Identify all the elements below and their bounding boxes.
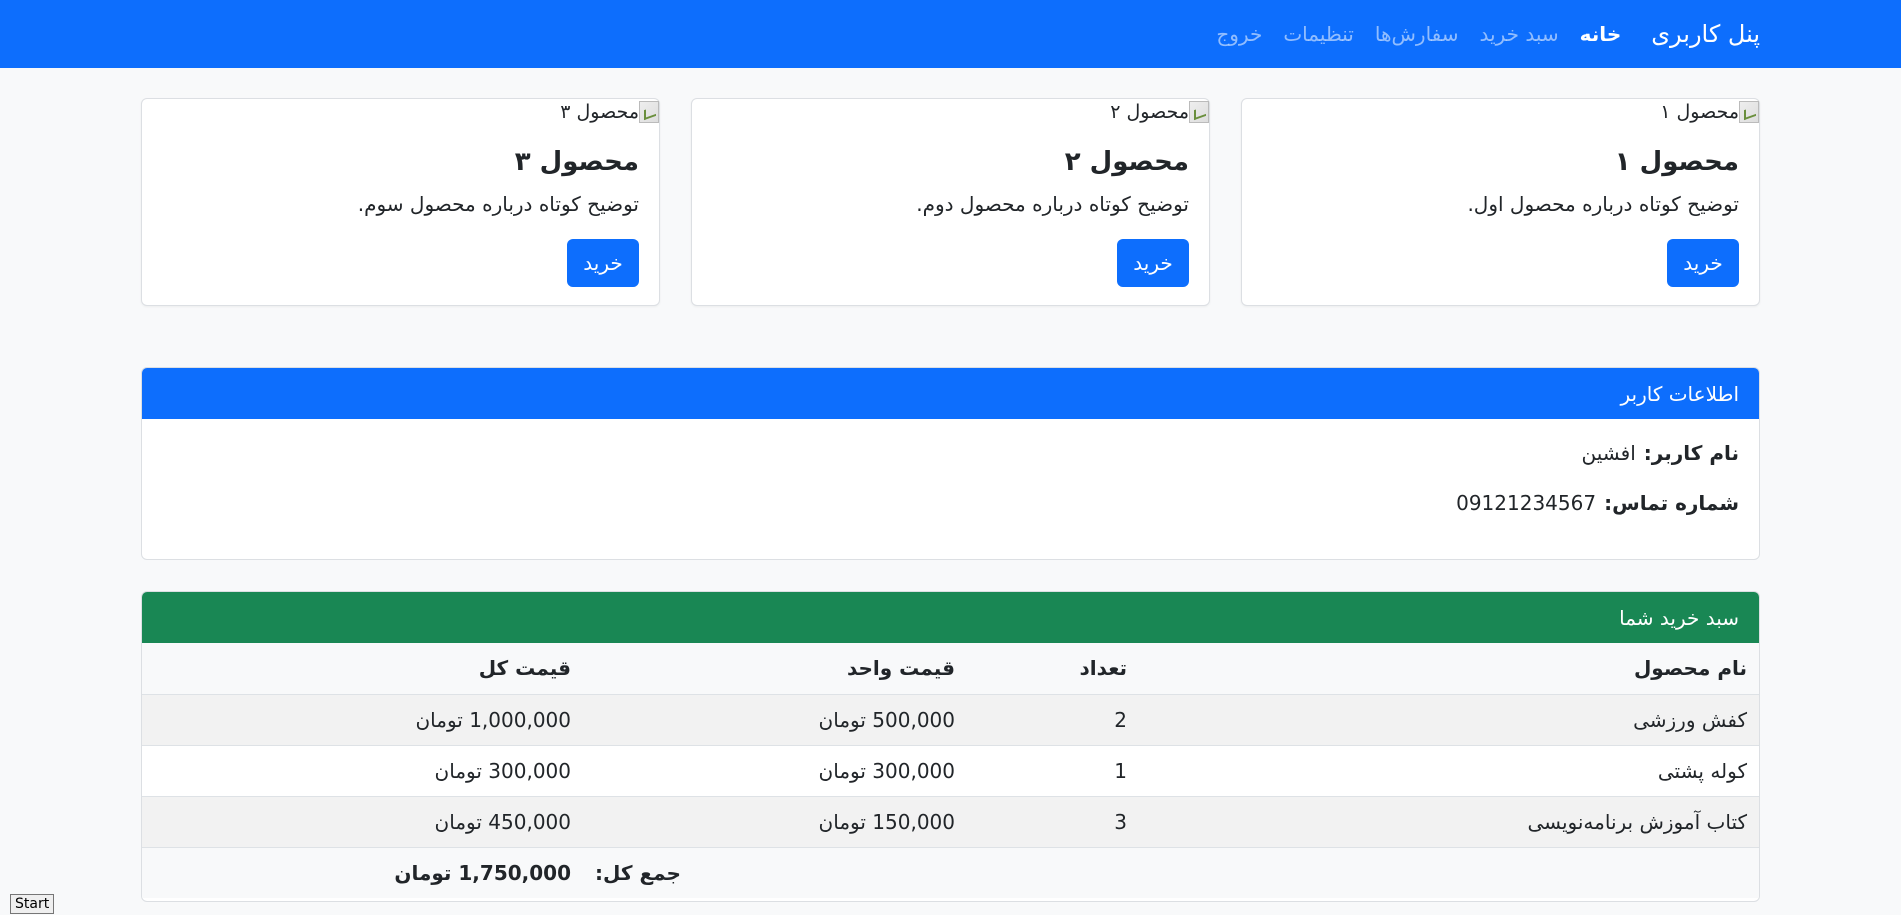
product-description: توضیح کوتاه درباره محصول اول. [1467,192,1739,216]
cell-name: کفش ورزشی [1139,693,1759,745]
table-row: کوله پشتی 1 300,000 تومان 300,000 تومان [142,744,1759,796]
product-description: توضیح کوتاه درباره محصول دوم. [916,192,1189,216]
product-image-alt: محصول ۳ [560,101,639,123]
total-value: 1,750,000 تومان [142,846,583,898]
cell-quantity: 2 [967,693,1139,745]
cell-name: کوله پشتی [1139,744,1759,796]
cart-total-row: جمع کل: 1,750,000 تومان [142,846,1759,898]
column-header-total-price: قیمت کل [142,643,583,694]
product-title: محصول ۲ [1064,147,1189,177]
column-header-unit-price: قیمت واحد [583,643,967,694]
product-title: محصول ۱ [1614,147,1739,177]
product-image-1: محصول ۱ [1660,101,1759,123]
product-card-3: محصول ۳ محصول ۳ توضیح کوتاه درباره محصول… [141,98,660,306]
user-info-panel: اطلاعات کاربر نام کاربر: افشین شماره تما… [141,367,1760,560]
main-container: محصول ۱ محصول ۱ توضیح کوتاه درباره محصول… [0,98,1901,902]
cell-name: کتاب آموزش برنامه‌نویسی [1139,795,1759,847]
total-spacer [967,846,1759,898]
cell-unit-price: 300,000 تومان [583,744,967,796]
username-row: نام کاربر: افشین [162,441,1739,491]
column-header-quantity: تعداد [967,643,1139,694]
cell-total-price: 450,000 تومان [142,795,583,847]
total-label: جمع کل: [583,846,967,898]
user-info-header: اطلاعات کاربر [142,368,1759,419]
phone-label: شماره تماس: [1604,491,1739,515]
cart-table-header-row: نام محصول تعداد قیمت واحد قیمت کل [142,643,1759,694]
product-title: محصول ۳ [514,147,639,177]
product-image-alt: محصول ۱ [1660,101,1739,123]
broken-image-icon [639,101,659,123]
table-row: کتاب آموزش برنامه‌نویسی 3 150,000 تومان … [142,795,1759,847]
cell-unit-price: 500,000 تومان [583,693,967,745]
product-image-alt: محصول ۲ [1110,101,1189,123]
nav-link-home[interactable]: خانه [1580,22,1622,46]
cart-table: نام محصول تعداد قیمت واحد قیمت کل کفش ور… [142,643,1759,898]
nav-link-logout[interactable]: خروج [1216,22,1262,46]
broken-image-icon [1189,101,1209,123]
broken-image-icon [1739,101,1759,123]
cart-header: سبد خرید شما [142,592,1759,643]
table-row: کفش ورزشی 2 500,000 تومان 1,000,000 توما… [142,693,1759,745]
product-image-3: محصول ۳ [560,101,659,123]
cell-quantity: 1 [967,744,1139,796]
product-description: توضیح کوتاه درباره محصول سوم. [357,192,639,216]
phone-value: 09121234567 [1456,491,1597,515]
product-cards: محصول ۱ محصول ۱ توضیح کوتاه درباره محصول… [141,98,1760,306]
buy-button-3[interactable]: خرید [567,239,639,287]
nav-link-cart[interactable]: سبد خرید [1480,22,1559,46]
nav-link-settings[interactable]: تنظیمات [1283,22,1354,46]
phone-row: شماره تماس: 09121234567 [162,491,1739,541]
buy-button-2[interactable]: خرید [1117,239,1189,287]
product-card-1: محصول ۱ محصول ۱ توضیح کوتاه درباره محصول… [1241,98,1760,306]
cart-panel: سبد خرید شما نام محصول تعداد قیمت واحد ق… [141,591,1760,902]
column-header-name: نام محصول [1139,643,1759,694]
cell-unit-price: 150,000 تومان [583,795,967,847]
buy-button-1[interactable]: خرید [1667,239,1739,287]
top-navbar: پنل کاربری خانه سبد خرید سفارش‌ها تنظیما… [0,0,1901,68]
user-info-body: نام کاربر: افشین شماره تماس: 09121234567 [142,419,1759,541]
username-value: افشین [1581,441,1636,465]
cell-quantity: 3 [967,795,1139,847]
nav-link-orders[interactable]: سفارش‌ها [1375,22,1459,46]
start-button[interactable]: Start [10,894,55,914]
product-image-2: محصول ۲ [1110,101,1209,123]
cell-total-price: 300,000 تومان [142,744,583,796]
cell-total-price: 1,000,000 تومان [142,693,583,745]
navbar-brand[interactable]: پنل کاربری [1651,20,1760,48]
username-label: نام کاربر: [1643,441,1739,465]
navbar-links: خانه سبد خرید سفارش‌ها تنظیمات خروج [1195,22,1621,46]
product-card-2: محصول ۲ محصول ۲ توضیح کوتاه درباره محصول… [691,98,1210,306]
